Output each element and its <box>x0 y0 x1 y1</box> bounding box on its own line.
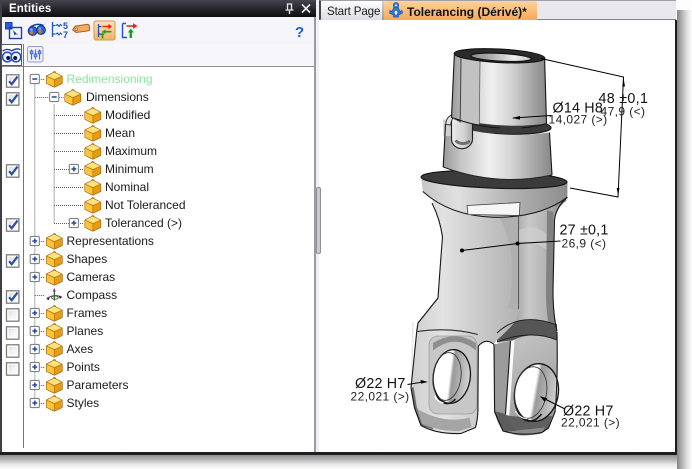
svg-text:Representations: Representations <box>67 234 154 248</box>
svg-text:Toleranced (>): Toleranced (>) <box>105 216 182 230</box>
svg-text:Redimensioning: Redimensioning <box>67 72 153 86</box>
svg-text:Frames: Frames <box>67 306 108 320</box>
svg-text:Not Toleranced: Not Toleranced <box>105 198 186 212</box>
svg-text:Axes: Axes <box>67 342 94 356</box>
svg-text:Points: Points <box>67 360 100 374</box>
svg-text:Shapes: Shapes <box>67 252 108 266</box>
svg-text:7: 7 <box>63 30 68 40</box>
svg-text:Maximum: Maximum <box>105 144 157 158</box>
svg-text:Styles: Styles <box>67 396 100 410</box>
svg-text:Minimum: Minimum <box>105 162 154 176</box>
svg-text:22,021 (>): 22,021 (>) <box>561 416 620 430</box>
svg-text:Modified: Modified <box>105 108 150 122</box>
svg-text:26,9 (<): 26,9 (<) <box>562 237 607 251</box>
svg-text:Cameras: Cameras <box>67 270 116 284</box>
svg-text:Mean: Mean <box>105 126 135 140</box>
svg-text:Dimensions: Dimensions <box>86 90 149 104</box>
svg-text:22,021 (>): 22,021 (>) <box>351 389 410 403</box>
svg-text:?: ? <box>295 24 304 41</box>
svg-text:Nominal: Nominal <box>105 180 149 194</box>
svg-text:Planes: Planes <box>67 324 104 338</box>
svg-text:Compass: Compass <box>67 288 118 302</box>
svg-text:14,027 (>): 14,027 (>) <box>549 113 608 127</box>
svg-text:Parameters: Parameters <box>67 378 129 392</box>
